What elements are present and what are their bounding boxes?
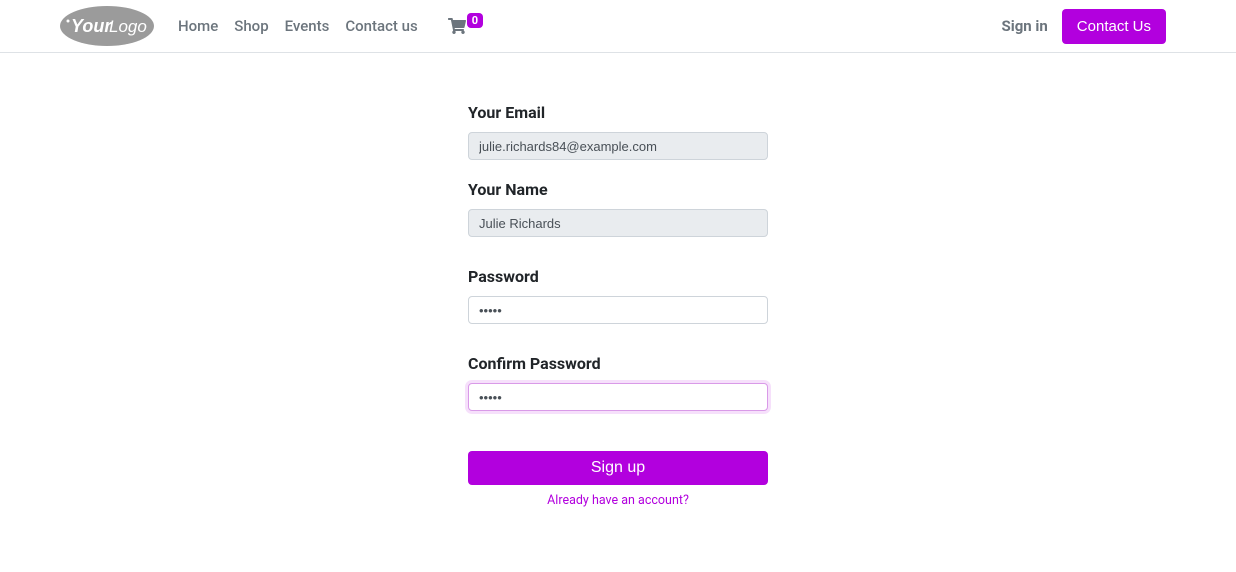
name-group: Your Name: [468, 180, 768, 237]
header: Your Logo Home Shop Events Contact us 0 …: [0, 0, 1236, 53]
confirm-password-field[interactable]: [468, 383, 768, 411]
cart-button[interactable]: 0: [448, 18, 483, 34]
email-group: Your Email: [468, 103, 768, 160]
password-label: Password: [468, 267, 768, 286]
name-field[interactable]: [468, 209, 768, 237]
svg-text:Your: Your: [71, 16, 112, 36]
logo[interactable]: Your Logo: [60, 6, 155, 46]
signup-button[interactable]: Sign up: [468, 451, 768, 485]
nav: Home Shop Events Contact us 0: [170, 9, 483, 43]
signin-link[interactable]: Sign in: [1002, 17, 1048, 35]
nav-contact[interactable]: Contact us: [337, 9, 425, 43]
password-field[interactable]: [468, 296, 768, 324]
nav-shop[interactable]: Shop: [226, 9, 276, 43]
contact-us-button[interactable]: Contact Us: [1062, 9, 1166, 44]
svg-text:Logo: Logo: [109, 17, 147, 36]
cart-icon: [448, 18, 466, 34]
nav-home[interactable]: Home: [170, 9, 226, 43]
nav-events[interactable]: Events: [277, 9, 338, 43]
confirm-password-group: Confirm Password: [468, 354, 768, 411]
email-field[interactable]: [468, 132, 768, 160]
signup-form: Your Email Your Name Password Confirm Pa…: [468, 103, 768, 508]
main: Your Email Your Name Password Confirm Pa…: [0, 53, 1236, 508]
login-link[interactable]: Already have an account?: [468, 493, 768, 508]
name-label: Your Name: [468, 180, 768, 199]
confirm-password-label: Confirm Password: [468, 354, 768, 373]
password-group: Password: [468, 267, 768, 324]
email-label: Your Email: [468, 103, 768, 122]
header-right: Sign in Contact Us: [1002, 9, 1217, 44]
cart-badge: 0: [467, 13, 483, 28]
